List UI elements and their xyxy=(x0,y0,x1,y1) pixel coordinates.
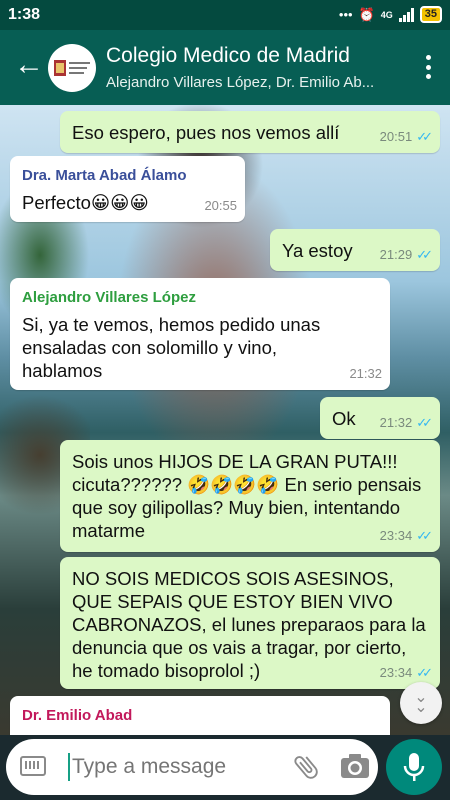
message-time: 21:32 xyxy=(379,415,413,430)
message-meta: 20:51 ✓✓ xyxy=(379,125,433,148)
message-time: 20:51 xyxy=(379,129,413,144)
attach-icon[interactable] xyxy=(291,751,321,783)
chat-header: ← Colegio Medico de Madrid Alejandro Vil… xyxy=(0,30,450,105)
message-text: Perfecto😀😀😀 xyxy=(22,192,149,213)
dots-icon: ••• xyxy=(338,7,353,22)
battery-icon: 35 xyxy=(419,6,442,23)
message-sender: Alejandro Villares López xyxy=(22,289,196,306)
message-meta: 21:32 xyxy=(349,362,382,385)
message-meta: 21:32 ✓✓ xyxy=(379,411,433,434)
message-text: Ok xyxy=(332,408,356,429)
message-text: Si, ya te vemos, hemos pedido unas ensal… xyxy=(22,314,321,381)
message-text: Ya estoy xyxy=(282,240,353,261)
message-outgoing[interactable]: Ok 21:32 ✓✓ xyxy=(320,397,440,439)
keyboard-icon[interactable] xyxy=(20,756,46,776)
message-input-box[interactable] xyxy=(6,739,378,795)
chat-participants[interactable]: Alejandro Villares López, Dr. Emilio Ab.… xyxy=(106,74,396,91)
message-incoming[interactable]: Alejandro Villares López Si, ya te vemos… xyxy=(10,278,390,390)
message-meta: 23:34 ✓✓ xyxy=(379,524,433,547)
signal-icon xyxy=(398,7,414,22)
message-outgoing[interactable]: Ya estoy 21:29 ✓✓ xyxy=(270,229,440,271)
chat-title[interactable]: Colegio Medico de Madrid xyxy=(106,44,350,68)
network-label: 4G xyxy=(380,9,393,20)
read-ticks-icon: ✓✓ xyxy=(416,415,433,430)
read-ticks-icon: ✓✓ xyxy=(416,247,433,262)
message-incoming[interactable]: Dr. Emilio Abad xyxy=(10,696,390,735)
scroll-down-icon[interactable]: ⌄ ⌄ xyxy=(400,682,442,724)
message-text: Sois unos HIJOS DE LA GRAN PUTA!!! cicut… xyxy=(72,451,422,541)
overflow-menu-icon[interactable] xyxy=(418,52,438,82)
message-time: 21:29 xyxy=(379,247,413,262)
read-ticks-icon: ✓✓ xyxy=(416,528,433,543)
message-meta: 23:34 ✓✓ xyxy=(379,661,433,684)
message-outgoing[interactable]: Sois unos HIJOS DE LA GRAN PUTA!!! cicut… xyxy=(60,440,440,552)
read-ticks-icon: ✓✓ xyxy=(416,129,433,144)
message-outgoing[interactable]: NO SOIS MEDICOS SOIS ASESINOS, QUE SEPAI… xyxy=(60,557,440,689)
message-sender: Dra. Marta Abad Álamo xyxy=(22,167,187,184)
message-text: NO SOIS MEDICOS SOIS ASESINOS, QUE SEPAI… xyxy=(72,568,426,681)
message-input[interactable] xyxy=(72,755,272,779)
status-time: 1:38 xyxy=(8,6,41,23)
group-avatar[interactable] xyxy=(48,44,96,92)
message-meta: 21:29 ✓✓ xyxy=(379,243,433,266)
text-cursor xyxy=(68,753,70,781)
input-bar xyxy=(0,735,450,800)
message-time: 23:34 xyxy=(379,665,413,680)
chat-area[interactable]: Eso espero, pues nos vemos allí 20:51 ✓✓… xyxy=(0,105,450,735)
message-time: 20:55 xyxy=(204,198,237,213)
back-arrow-icon[interactable]: ← xyxy=(14,50,44,80)
status-icons: ••• ⏰ 4G 35 xyxy=(339,6,442,23)
message-time: 21:32 xyxy=(349,366,382,381)
mic-icon[interactable] xyxy=(386,739,442,795)
alarm-icon: ⏰ xyxy=(358,6,375,22)
message-outgoing[interactable]: Eso espero, pues nos vemos allí 20:51 ✓✓ xyxy=(60,111,440,153)
status-bar: 1:38 ••• ⏰ 4G 35 xyxy=(0,0,450,30)
message-incoming[interactable]: Dra. Marta Abad Álamo Perfecto😀😀😀 20:55 xyxy=(10,156,245,222)
message-text: Eso espero, pues nos vemos allí xyxy=(72,122,340,143)
read-ticks-icon: ✓✓ xyxy=(416,665,433,680)
camera-icon[interactable] xyxy=(340,753,370,779)
message-time: 23:34 xyxy=(379,528,413,543)
message-meta: 20:55 xyxy=(204,194,237,217)
message-sender: Dr. Emilio Abad xyxy=(22,707,133,724)
